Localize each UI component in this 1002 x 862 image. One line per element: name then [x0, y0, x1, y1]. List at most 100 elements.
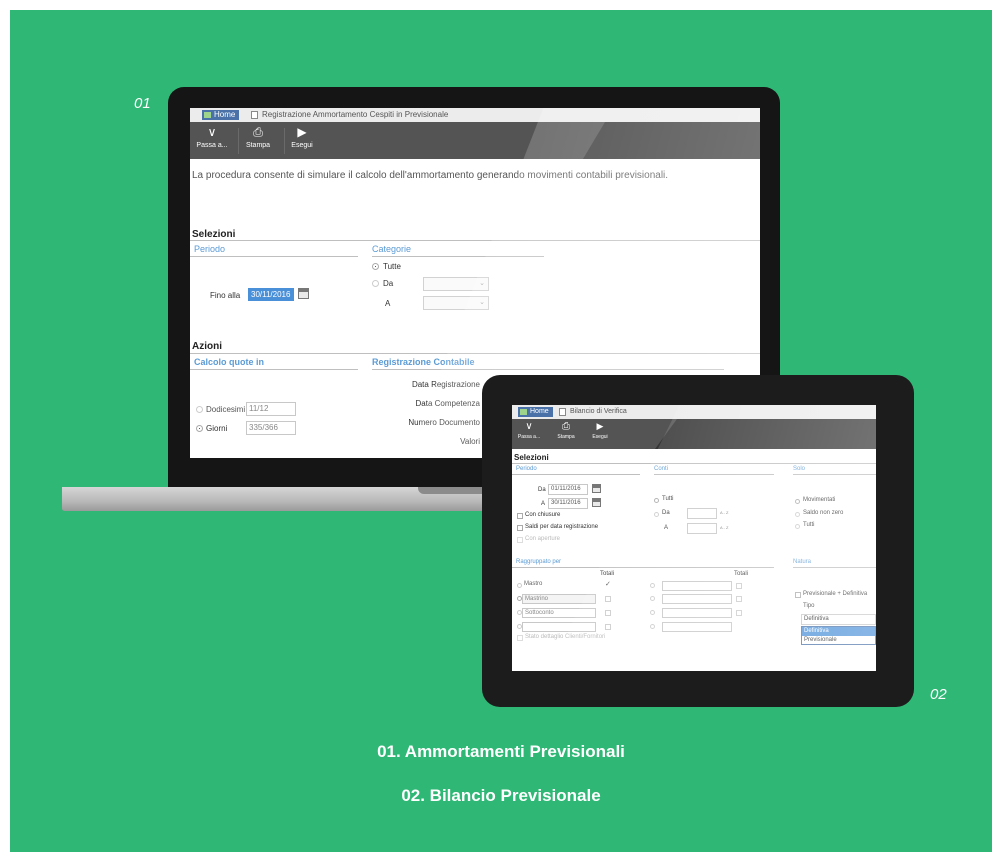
tipo-select[interactable]: Definitiva — [801, 614, 876, 625]
document-icon — [559, 408, 566, 416]
calendar-icon[interactable] — [592, 484, 601, 493]
stampa-button[interactable]: ⎙ Stampa — [552, 421, 580, 440]
tab-home-label: Home — [214, 110, 236, 119]
conto-group-radio[interactable] — [650, 583, 655, 588]
conti-tutti-label: Tutti — [662, 496, 674, 502]
toolbar-separator — [284, 128, 285, 154]
giorni-radio[interactable] — [196, 425, 203, 432]
dodicesimi-label: Dodicesimi — [206, 405, 246, 414]
stato-dettaglio-label: Stato dettaglio Clienti/Fornitori — [525, 634, 606, 640]
dodicesimi-field[interactable]: 11/12 — [246, 402, 296, 416]
categorie-rule — [372, 256, 544, 257]
selezioni-title: Selezioni — [192, 229, 236, 240]
selezioni-rule — [190, 240, 760, 241]
tab-document[interactable]: Registrazione Ammortamento Cespiti in Pr… — [250, 109, 448, 121]
conto-group-radio[interactable] — [650, 596, 655, 601]
az-lookup-icon[interactable]: A - Z — [720, 525, 728, 530]
group-level-field[interactable] — [522, 622, 596, 632]
categorie-title: Categorie — [372, 244, 412, 254]
con-aperture-checkbox[interactable] — [517, 537, 523, 543]
periodo-a-field[interactable]: 30/11/2016 — [548, 498, 588, 509]
conti-a-field[interactable] — [687, 523, 717, 534]
solo-tutti-label: Tutti — [803, 522, 815, 528]
dodicesimi-radio[interactable] — [196, 406, 203, 413]
stampa-button[interactable]: ⎙ Stampa — [242, 125, 274, 149]
sottoconto-field[interactable]: Sottoconto — [522, 608, 596, 618]
categorie-a-label: A — [385, 299, 391, 308]
solo-movimentati-label: Movimentati — [803, 497, 836, 503]
mastro-totali-check[interactable]: ✓ — [605, 580, 611, 588]
conti-tutti-radio[interactable] — [654, 498, 659, 503]
solo-rule — [793, 474, 876, 475]
stato-dettaglio-checkbox[interactable] — [517, 635, 523, 641]
tipo-option-previsionale[interactable]: Previsionale — [802, 636, 875, 645]
passa-a-button[interactable]: ∨ Passa a... — [514, 421, 544, 440]
tipo-option-definitiva[interactable]: Definitiva — [802, 627, 875, 636]
categorie-da-select[interactable]: ⌄ — [423, 277, 489, 291]
conti-rule — [654, 474, 774, 475]
natura-title: Natura — [793, 559, 812, 565]
play-icon: ▶ — [596, 421, 604, 431]
az-lookup-icon[interactable]: A - Z — [720, 510, 728, 515]
conti-a-label: A — [664, 525, 669, 531]
sottoconto-totali-checkbox[interactable] — [605, 610, 611, 616]
saldi-checkbox[interactable] — [517, 525, 523, 531]
mastro-radio[interactable] — [517, 583, 522, 588]
selezioni-rule — [512, 463, 876, 464]
calendar-icon[interactable] — [298, 288, 309, 299]
previsionale-definitiva-checkbox[interactable] — [795, 592, 801, 598]
giorni-field[interactable]: 335/366 — [246, 421, 296, 435]
con-chiusure-label: Con chiusure — [525, 512, 561, 518]
toolbar: ∨ Passa a... ⎙ Stampa ▶ Esegui — [190, 122, 760, 159]
conti-da-field[interactable] — [687, 508, 717, 519]
conti-title: Conti — [654, 466, 669, 472]
conto-group-field[interactable] — [662, 622, 732, 632]
tab-home[interactable]: Home — [518, 407, 553, 417]
periodo-a-label: A — [541, 501, 546, 507]
numero-documento-label: Numero Documento — [408, 418, 480, 427]
esegui-button[interactable]: ▶ Esegui — [588, 421, 612, 440]
mastrino-field[interactable]: Mastrino — [522, 594, 596, 604]
conto-group-totali-checkbox[interactable] — [736, 610, 742, 616]
calendar-icon[interactable] — [592, 498, 601, 507]
categorie-tutte-radio[interactable] — [372, 263, 379, 270]
mastrino-totali-checkbox[interactable] — [605, 596, 611, 602]
conto-group-radio[interactable] — [650, 610, 655, 615]
conto-group-radio[interactable] — [650, 624, 655, 629]
conto-group-totali-checkbox[interactable] — [736, 583, 742, 589]
tab-home[interactable]: Home — [202, 110, 240, 120]
solo-tutti-radio[interactable] — [795, 524, 800, 529]
periodo-title: Periodo — [516, 466, 537, 472]
categorie-da-radio[interactable] — [372, 280, 379, 287]
raggruppato-rule — [512, 567, 774, 568]
tab-document[interactable]: Bilancio di Verifica — [558, 406, 627, 418]
figure-index-01: 01 — [134, 95, 151, 112]
conti-da-radio[interactable] — [654, 512, 659, 517]
data-registrazione-label: Data Registrazione — [411, 380, 480, 389]
conto-group-field[interactable] — [662, 594, 732, 604]
data-competenza-label: Data Competenza — [415, 399, 480, 408]
figure-index-02: 02 — [930, 686, 947, 703]
caption-01: 01. Ammortamenti Previsionali — [377, 742, 625, 761]
azioni-rule — [190, 353, 760, 354]
conti-da-label: Da — [662, 510, 670, 516]
esegui-button[interactable]: ▶ Esegui — [288, 125, 316, 149]
natura-rule — [793, 567, 876, 568]
solo-saldo-radio[interactable] — [795, 512, 800, 517]
stampa-label: Stampa — [245, 142, 271, 149]
passa-a-label: Passa a... — [517, 434, 541, 440]
solo-movimentati-radio[interactable] — [795, 499, 800, 504]
mastro-label: Mastro — [524, 581, 543, 587]
conto-group-field[interactable] — [662, 581, 732, 591]
conto-group-field[interactable] — [662, 608, 732, 618]
con-chiusure-checkbox[interactable] — [517, 513, 523, 519]
fino-alla-date-field[interactable]: 30/11/2016 — [248, 288, 294, 301]
periodo-rule — [190, 256, 358, 257]
categorie-a-select[interactable]: ⌄ — [423, 296, 489, 310]
passa-a-button[interactable]: ∨ Passa a... — [194, 125, 230, 149]
conto-group-totali-checkbox[interactable] — [736, 596, 742, 602]
periodo-da-field[interactable]: 01/11/2016 — [548, 484, 588, 495]
registrazione-rule — [372, 369, 724, 370]
group-level-totali-checkbox[interactable] — [605, 624, 611, 630]
tab-document-label: Registrazione Ammortamento Cespiti in Pr… — [262, 110, 449, 119]
